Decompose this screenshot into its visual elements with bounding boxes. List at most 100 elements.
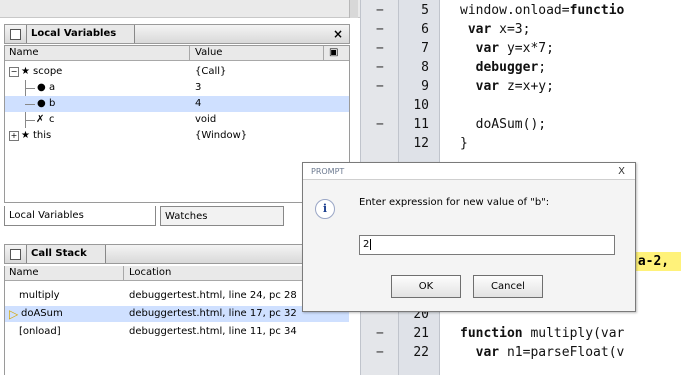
- fold-marker[interactable]: −: [376, 77, 384, 96]
- tab-watches[interactable]: Watches: [160, 206, 284, 226]
- variable-value: void: [195, 114, 217, 125]
- code-segment: }: [460, 136, 468, 151]
- dialog-close-button[interactable]: X: [618, 163, 625, 180]
- prompt-message: Enter expression for new value of "b":: [359, 197, 550, 208]
- fold-marker[interactable]: −: [376, 343, 384, 362]
- code-segment: z=x+y;: [499, 79, 554, 94]
- code-line: − 8 debugger;: [360, 58, 681, 77]
- local-variables-title: Local Variables: [26, 25, 136, 43]
- local-variables-table: Name Value ▣ − ★ scope {Call} ● a 3 ● b …: [4, 45, 350, 203]
- frame-location: debuggertest.html, line 24, pc 28: [129, 290, 297, 301]
- star-icon: ★: [21, 66, 30, 77]
- panel-toggle-checkbox[interactable]: [10, 29, 21, 40]
- variable-row-this[interactable]: + ★ this {Window}: [5, 128, 349, 144]
- variable-value: 3: [195, 82, 202, 93]
- column-chooser-icon[interactable]: ▣: [329, 46, 338, 60]
- code-segment: x=3;: [491, 22, 531, 37]
- line-number: 12: [413, 136, 429, 151]
- code-segment: multiply(var: [522, 326, 625, 341]
- fold-marker[interactable]: −: [376, 39, 384, 58]
- call-stack-column-header: Name Location: [5, 266, 349, 281]
- code-keyword: function: [460, 326, 523, 341]
- collapse-icon[interactable]: −: [9, 67, 19, 77]
- star-icon: ★: [21, 130, 30, 141]
- code-keyword: var: [467, 22, 492, 37]
- line-number: 21: [413, 326, 429, 341]
- dialog-titlebar[interactable]: PROMPT X: [303, 163, 635, 180]
- variable-value: {Window}: [195, 130, 248, 141]
- frame-location: debuggertest.html, line 11, pc 34: [129, 326, 297, 337]
- prompt-input-value: 2: [363, 239, 370, 250]
- code-line: 12}: [360, 134, 681, 153]
- expand-icon[interactable]: +: [9, 131, 19, 141]
- code-segment: y=x*7;: [499, 41, 554, 56]
- scrollbar[interactable]: [349, 0, 358, 18]
- stack-frame-row[interactable]: multiply debuggertest.html, line 24, pc …: [5, 288, 349, 304]
- code-segment: n1=parseFloat(v: [499, 345, 625, 360]
- code-text: function multiply(var: [460, 324, 624, 343]
- code-segment: ;: [538, 60, 547, 75]
- code-keyword: var: [475, 41, 500, 56]
- code-line: 10: [360, 96, 681, 115]
- variable-name: c: [49, 114, 55, 125]
- code-segment: window.onload=: [460, 3, 570, 18]
- code-line: − 22 var n1=parseFloat(v: [360, 343, 681, 362]
- variable-row-scope[interactable]: − ★ scope {Call}: [5, 64, 349, 80]
- variable-row-b[interactable]: ● b 4: [5, 96, 349, 112]
- column-value[interactable]: Value: [195, 46, 222, 60]
- local-variables-column-header: Name Value ▣: [5, 46, 349, 61]
- code-keyword: debugger: [475, 60, 539, 75]
- code-text: doASum();: [460, 115, 546, 134]
- column-name[interactable]: Name: [9, 266, 39, 280]
- x-icon: ✗: [36, 114, 45, 125]
- code-text: var y=x*7;: [460, 39, 554, 58]
- fold-marker[interactable]: −: [376, 115, 384, 134]
- variable-name: b: [49, 98, 56, 109]
- local-variables-header: Local Variables ×: [4, 24, 350, 44]
- fold-marker[interactable]: −: [376, 1, 384, 20]
- line-number: 8: [421, 60, 429, 75]
- fold-marker[interactable]: −: [376, 58, 384, 77]
- code-text: var x=3;: [460, 20, 531, 39]
- stack-frame-row[interactable]: [onload] debuggertest.html, line 11, pc …: [5, 324, 349, 340]
- prompt-input[interactable]: 2: [359, 235, 615, 255]
- variable-dot-icon: ●: [37, 98, 46, 109]
- dialog-title: PROMPT: [311, 167, 345, 176]
- column-name[interactable]: Name: [9, 46, 39, 60]
- line-number: 7: [421, 41, 429, 56]
- variable-row-a[interactable]: ● a 3: [5, 80, 349, 96]
- variable-value: 4: [195, 98, 202, 109]
- cancel-button[interactable]: Cancel: [473, 275, 543, 298]
- column-location[interactable]: Location: [129, 266, 171, 280]
- ok-button[interactable]: OK: [391, 275, 461, 298]
- variable-row-c[interactable]: ✗ c void: [5, 112, 349, 128]
- line-number: 22: [413, 345, 429, 360]
- code-text: var z=x+y;: [460, 77, 554, 96]
- call-stack-header: Call Stack: [4, 244, 350, 264]
- variable-name: a: [49, 82, 56, 93]
- stack-frame-row-current[interactable]: ▷ doASum debuggertest.html, line 17, pc …: [5, 306, 349, 322]
- frame-name: doASum: [21, 308, 63, 319]
- code-line: − 21 function multiply(var: [360, 324, 681, 343]
- variable-dot-icon: ●: [37, 82, 46, 93]
- panel-toggle-checkbox[interactable]: [10, 249, 21, 260]
- fold-marker[interactable]: −: [376, 324, 384, 343]
- tab-local-variables[interactable]: Local Variables: [4, 206, 156, 226]
- frame-name: [onload]: [19, 326, 61, 337]
- fold-marker[interactable]: −: [376, 20, 384, 39]
- code-keyword: var: [475, 345, 500, 360]
- variable-name: scope: [33, 66, 63, 77]
- code-text: debugger;: [460, 58, 546, 77]
- info-icon: i: [315, 199, 335, 219]
- variable-value: {Call}: [195, 66, 227, 77]
- close-icon[interactable]: ×: [333, 25, 343, 43]
- line-number: 10: [413, 98, 429, 113]
- line-number: 5: [421, 3, 429, 18]
- current-frame-arrow-icon: ▷: [9, 307, 19, 321]
- code-text: var n1=parseFloat(v: [460, 343, 625, 362]
- frame-location: debuggertest.html, line 17, pc 32: [129, 308, 297, 319]
